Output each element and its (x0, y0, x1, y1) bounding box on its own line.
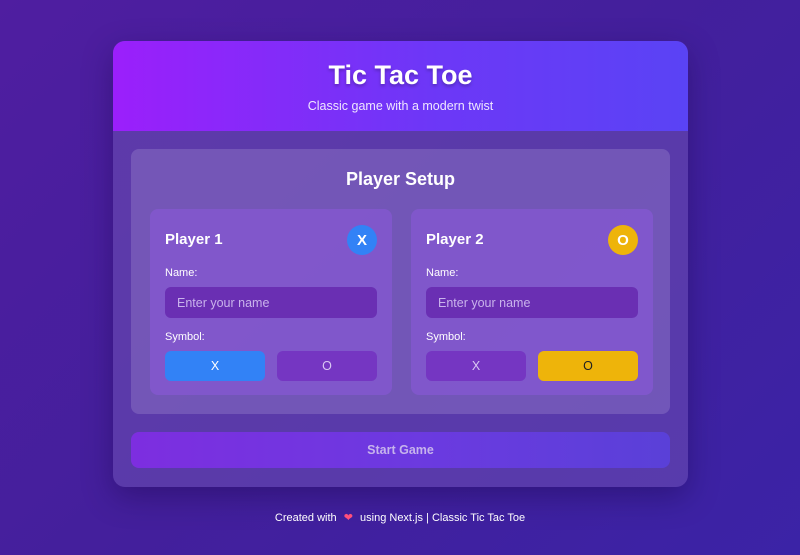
footer-prefix: Created with (274, 512, 337, 524)
footer: Created with ❤ using Next.js | Classic T… (0, 511, 800, 524)
player-2-symbol-o-button[interactable]: O (538, 351, 638, 381)
player-2-symbol-label: Symbol: (426, 331, 466, 343)
player-2-card: Player 2 O Name: Symbol: X O (411, 209, 653, 395)
player-1-card: Player 1 X Name: Symbol: X O (150, 209, 392, 395)
page-title: Tic Tac Toe (328, 60, 473, 90)
page-subtitle: Classic game with a modern twist (307, 99, 494, 113)
player-2-name-input[interactable] (426, 287, 638, 318)
player-1-title: Player 1 (165, 231, 223, 248)
player-1-symbol-x-button[interactable]: X (165, 351, 265, 381)
setup-title: Player Setup (345, 169, 456, 189)
start-game-button[interactable]: Start Game (131, 432, 670, 468)
player-1-name-input[interactable] (165, 287, 377, 318)
player-1-symbol-o-button[interactable]: O (277, 351, 377, 381)
player-1-symbol-badge: X (347, 225, 377, 255)
game-card: Tic Tac Toe Classic game with a modern t… (113, 41, 688, 487)
player-1-name-label: Name: (165, 267, 198, 279)
player-2-name-label: Name: (426, 267, 459, 279)
player-2-symbol-badge: O (608, 225, 638, 255)
card-header: Tic Tac Toe Classic game with a modern t… (113, 41, 688, 131)
player-2-title: Player 2 (426, 231, 484, 248)
footer-suffix: using Next.js | Classic Tic Tac Toe (360, 512, 526, 524)
player-2-symbol-x-button[interactable]: X (426, 351, 526, 381)
heart-icon: ❤ (343, 512, 353, 524)
player-setup-panel: Player Setup Player 1 X Name: Symbol: X … (131, 149, 670, 414)
player-1-symbol-label: Symbol: (165, 331, 205, 343)
